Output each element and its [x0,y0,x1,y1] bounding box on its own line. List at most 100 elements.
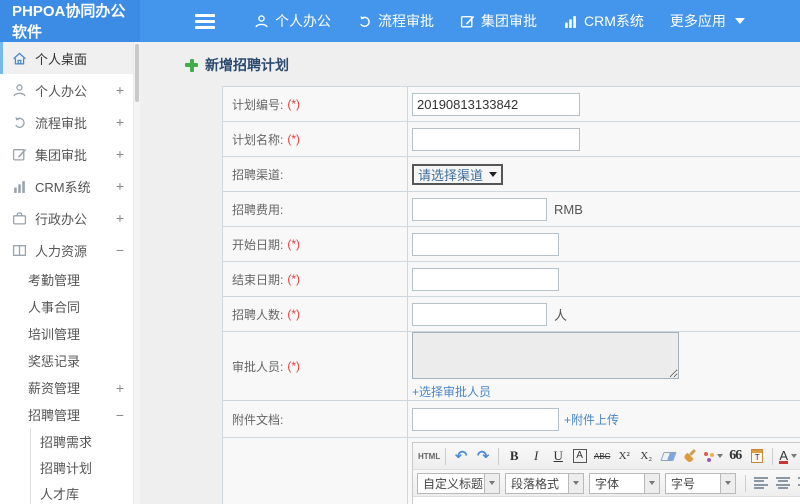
sidebar-item-recruitment-plan[interactable]: 招聘计划 [30,454,140,480]
expand-icon[interactable]: + [116,179,124,193]
align-left-icon [754,477,768,489]
form-row-cost: 招聘费用: RMB [223,192,800,227]
book-icon [12,244,27,256]
attachment-upload-link[interactable]: +附件上传 [564,411,619,428]
topmenu-workflow-approval[interactable]: 流程审批 [344,0,447,42]
expand-icon[interactable]: + [116,211,124,225]
paragraph-format-select[interactable]: 段落格式 [505,472,584,494]
flow-icon [360,15,370,27]
user-icon [13,83,26,96]
select-approvers-link[interactable]: +选择审批人员 [412,383,491,400]
undo-button[interactable]: ↶ [451,446,471,467]
sidebar-item-reward-punishment[interactable]: 奖惩记录 [0,347,140,374]
headcount-input[interactable] [412,302,547,326]
select-caret [569,472,584,494]
form-row-plan-number: 计划编号: (*) [223,87,800,122]
required-marker: (*) [287,237,301,251]
topmenu-more-apps[interactable]: 更多应用 [657,0,758,42]
sidebar: 个人桌面 个人办公 + 流程审批 + 集团审批 + CRM系统 + 行政办公 + [0,42,140,504]
topmenu-group-approval[interactable]: 集团审批 [447,0,550,42]
cost-input[interactable] [412,197,547,221]
form-row-plan-name: 计划名称: (*) [223,122,800,157]
sidebar-item-crm-system[interactable]: CRM系统 + [0,170,140,202]
required-marker: (*) [287,272,301,286]
text-effects-button[interactable] [702,446,724,467]
top-menu: 个人办公 流程审批 集团审批 CRM系统 更多应用 [241,0,758,42]
form-row-approvers: 审批人员: (*) +选择审批人员 [223,332,800,401]
redo-button[interactable]: ↷ [473,446,493,467]
font-style-button[interactable]: A [573,449,588,463]
sidebar-item-personal-desktop[interactable]: 个人桌面 [0,42,140,74]
sidebar-item-admin-office[interactable]: 行政办公 + [0,202,140,234]
topmenu-personal-office[interactable]: 个人办公 [241,0,344,42]
plan-number-input[interactable] [412,92,580,116]
paste-as-text-button[interactable]: T [747,446,767,467]
approvers-textarea[interactable] [412,332,679,379]
user-icon [255,14,268,27]
form-row-start-date: 开始日期: (*) [223,227,800,262]
sidebar-item-salary-mgmt[interactable]: 薪资管理 + [0,374,140,401]
html-source-button[interactable]: HTML [418,446,440,467]
sidebar-item-recruitment-demand[interactable]: 招聘需求 [30,428,140,454]
brush-icon [683,449,697,463]
italic-button[interactable]: I [526,446,546,467]
end-date-input[interactable] [412,267,559,291]
caret-down-icon [734,18,745,24]
sidebar-scrollbar[interactable] [133,42,140,504]
editor-content-area[interactable] [413,497,800,504]
superscript-button[interactable]: X² [614,446,634,467]
sidebar-item-human-resources[interactable]: 人力资源 − [0,234,140,266]
hamburger-menu-icon[interactable] [195,13,215,29]
attachment-input[interactable] [412,407,559,431]
expand-icon[interactable]: + [116,381,124,395]
font-color-button[interactable]: A [778,446,798,467]
field-label: 计划编号: [232,97,284,112]
sidebar-item-group-approval[interactable]: 集团审批 + [0,138,140,170]
align-left-button[interactable] [751,473,771,494]
strikethrough-button[interactable]: ABC [592,446,612,467]
toolbar-separator [745,474,746,492]
blockquote-button[interactable]: 66 [725,446,745,467]
chart-icon [14,180,25,193]
font-family-select[interactable]: 字体 [589,472,660,494]
align-center-icon [776,477,790,489]
briefcase-icon [12,212,27,224]
required-marker: (*) [287,97,301,111]
edit-icon [460,15,475,28]
collapse-icon[interactable]: − [116,408,124,422]
expand-icon[interactable]: + [116,83,124,97]
sidebar-item-recruitment-mgmt[interactable]: 招聘管理 − [0,401,140,428]
editor-toolbar-row-1: HTML ↶ ↷ B I U A ABC X² X₂ 66 T A [413,443,800,470]
font-size-select[interactable]: 字号 [665,472,736,494]
bold-button[interactable]: B [504,446,524,467]
align-right-button[interactable] [795,473,800,494]
field-label: 开始日期: [232,237,284,252]
topmenu-crm-system[interactable]: CRM系统 [550,0,657,42]
start-date-input[interactable] [412,232,559,256]
sidebar-item-training-mgmt[interactable]: 培训管理 [0,320,140,347]
collapse-icon[interactable]: − [116,243,124,257]
channel-select[interactable]: 请选择渠道 [412,163,504,185]
subscript-button[interactable]: X₂ [636,446,656,467]
sidebar-item-workflow-approval[interactable]: 流程审批 + [0,106,140,138]
person-suffix: 人 [554,307,568,323]
sidebar-item-hr-contracts[interactable]: 人事合同 [0,293,140,320]
caret-down-icon [717,454,724,458]
sidebar-item-attendance-mgmt[interactable]: 考勤管理 [0,266,140,293]
recruitment-plan-form: 计划编号: (*) 计划名称: (*) 招聘渠道: [222,86,800,504]
format-brush-button[interactable] [680,446,700,467]
toolbar-separator [772,447,774,465]
expand-icon[interactable]: + [116,115,124,129]
eraser-button[interactable] [658,446,678,467]
sidebar-item-talent-pool[interactable]: 人才库 [30,480,140,504]
scrollbar-thumb[interactable] [135,44,139,102]
field-label: 附件文档: [232,412,284,427]
align-center-button[interactable] [773,473,793,494]
plan-name-input[interactable] [412,127,580,151]
expand-icon[interactable]: + [116,147,124,161]
underline-button[interactable]: U [548,446,568,467]
flow-icon [15,116,25,128]
toolbar-separator [445,447,447,465]
sidebar-item-personal-office[interactable]: 个人办公 + [0,74,140,106]
custom-heading-select[interactable]: 自定义标题 [417,472,500,494]
